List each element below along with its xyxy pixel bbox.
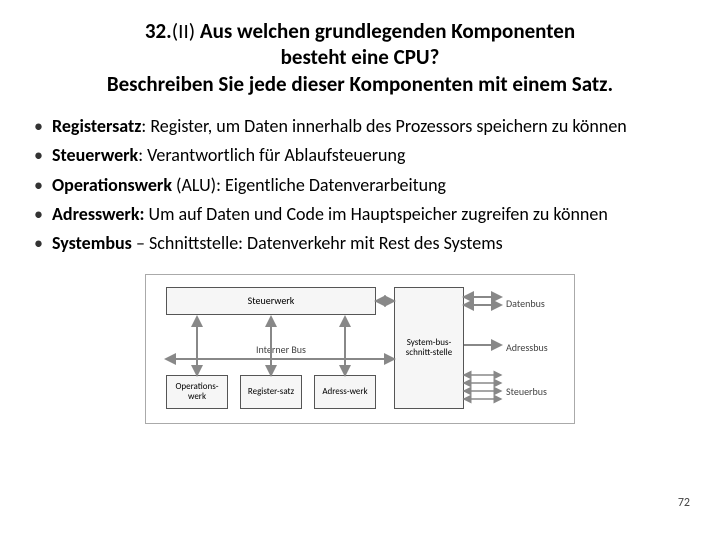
term: Registersatz	[52, 115, 141, 137]
list-item: Registersatz: Register, um Daten innerha…	[34, 115, 692, 138]
desc: Um auf Daten und Code im Hauptspeicher z…	[149, 203, 608, 225]
page-number: 72	[678, 496, 690, 510]
box-registersatz: Register-satz	[240, 375, 302, 409]
box-operationswerk: Operations-werk	[166, 375, 228, 409]
paren: (ALU)	[172, 174, 216, 196]
box-adresswerk: Adress-werk	[314, 375, 376, 409]
diagram-frame: Steuerwerk Operations-werk Register-satz…	[145, 274, 575, 424]
term: Systembus	[52, 232, 132, 254]
box-systembus-schnittstelle: System-bus-schnitt-stelle	[394, 287, 464, 409]
bullet-list: Registersatz: Register, um Daten innerha…	[28, 115, 692, 256]
label-interner-bus: Interner Bus	[256, 343, 306, 356]
box-steuerwerk: Steuerwerk	[166, 287, 376, 315]
slide-title: 32.(II) Aus welchen grundlegenden Kompon…	[28, 18, 692, 97]
desc: Eigentliche Datenverarbeitung	[225, 174, 446, 196]
desc: Register, um Daten innerhalb des Prozess…	[150, 115, 626, 137]
list-item: Systembus – Schnittstelle: Datenverkehr …	[34, 232, 692, 255]
question-tier: (II)	[172, 18, 195, 44]
term: Adresswerk:	[52, 203, 144, 225]
list-item: Steuerwerk: Verantwortlich für Ablaufste…	[34, 144, 692, 167]
cpu-diagram: Steuerwerk Operations-werk Register-satz…	[145, 274, 575, 424]
label-datenbus: Datenbus	[506, 297, 576, 310]
title-line3: Beschreiben Sie jede dieser Komponenten …	[107, 71, 613, 97]
question-number: 32.	[145, 18, 172, 44]
label-steuerbus: Steuerbus	[506, 385, 576, 398]
sep: :	[141, 115, 150, 137]
list-item: Adresswerk: Um auf Daten und Code im Hau…	[34, 203, 692, 226]
list-item: Operationswerk (ALU): Eigentliche Datenv…	[34, 174, 692, 197]
label-adressbus: Adressbus	[506, 341, 576, 354]
title-line2: besteht eine CPU?	[281, 44, 440, 70]
title-line1: Aus welchen grundlegenden Komponenten	[195, 18, 575, 44]
term: Operationswerk	[52, 174, 172, 196]
desc: Verantwortlich für Ablaufsteuerung	[147, 144, 405, 166]
desc: Schnittstelle: Datenverkehr mit Rest des…	[149, 232, 503, 254]
sep: –	[132, 232, 149, 254]
sep: :	[216, 174, 225, 196]
sep: :	[138, 144, 147, 166]
term: Steuerwerk	[52, 144, 138, 166]
